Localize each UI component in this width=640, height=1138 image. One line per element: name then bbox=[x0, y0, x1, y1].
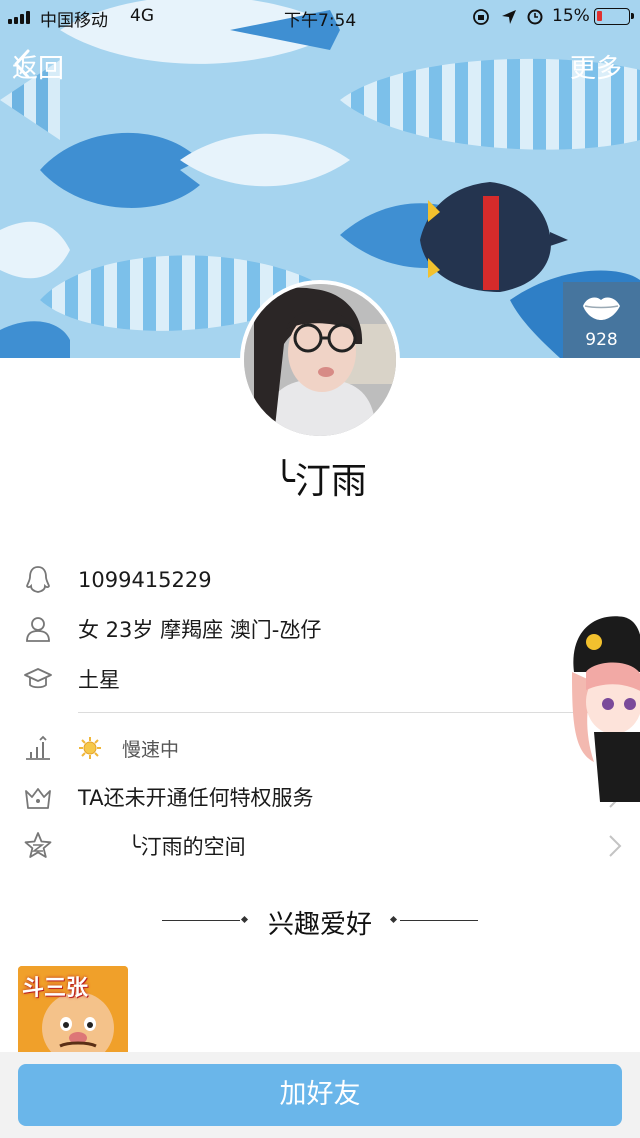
carrier-name: 中国移动 bbox=[40, 11, 108, 31]
personal-info: 女 23岁 摩羯座 澳门-氹仔 bbox=[78, 618, 322, 642]
like-count: 928 bbox=[585, 330, 618, 350]
add-friend-button[interactable]: 加好友 bbox=[18, 1064, 622, 1126]
qq-number: 1099415229 bbox=[78, 568, 212, 592]
privilege-text: TA还未开通任何特权服务 bbox=[78, 786, 314, 810]
rotation-lock-icon bbox=[473, 9, 489, 25]
divider-line bbox=[400, 920, 478, 921]
game-title: 斗三张 bbox=[22, 976, 89, 1001]
qzone-row[interactable]: ╰汀雨的空间 bbox=[0, 824, 640, 868]
level-status: 慢速中 bbox=[122, 738, 180, 761]
school-row: 土星 bbox=[0, 657, 640, 701]
qq-number-row: 1099415229 bbox=[0, 558, 640, 602]
battery-percent: 15% bbox=[552, 6, 590, 26]
star-icon bbox=[24, 832, 52, 858]
penguin-icon bbox=[26, 566, 50, 593]
location-icon bbox=[502, 10, 516, 24]
like-counter[interactable]: 928 bbox=[563, 282, 640, 358]
level-chart-icon bbox=[26, 735, 50, 760]
person-icon bbox=[26, 617, 50, 642]
avatar[interactable] bbox=[240, 280, 400, 440]
sun-level-icon bbox=[79, 737, 101, 759]
graduation-cap-icon bbox=[24, 668, 52, 689]
qzone-text: ╰汀雨的空间 bbox=[128, 835, 246, 859]
status-bar: 中国移动 4G 下午7:54 15% bbox=[0, 0, 640, 34]
back-button[interactable]: 返回 bbox=[12, 48, 64, 85]
lips-icon bbox=[583, 297, 620, 320]
game-app-icon[interactable]: 斗三张 bbox=[18, 966, 128, 1056]
chevron-left-icon bbox=[14, 49, 30, 79]
profile-page: 中国移动 4G 下午7:54 15% 返回 更多 928 ╰汀雨 1099415… bbox=[0, 0, 640, 1138]
alarm-icon bbox=[527, 9, 543, 25]
anime-girl-sticker bbox=[572, 616, 640, 802]
info-divider bbox=[78, 712, 640, 713]
avatar-photo bbox=[244, 284, 396, 436]
clock: 下午7:54 bbox=[284, 11, 357, 31]
school-name: 土星 bbox=[78, 668, 120, 692]
hobby-section-title: 兴趣爱好 bbox=[0, 900, 640, 940]
crown-icon bbox=[25, 788, 51, 809]
signal-strength-icon bbox=[8, 10, 30, 24]
hobby-title: 兴趣爱好 bbox=[267, 910, 372, 940]
more-button[interactable]: 更多 bbox=[570, 48, 622, 85]
battery-icon bbox=[594, 8, 634, 25]
privilege-row[interactable]: TA还未开通任何特权服务 bbox=[0, 775, 640, 819]
network-type: 4G bbox=[130, 6, 154, 26]
chevron-right-icon bbox=[609, 835, 622, 857]
level-row[interactable]: 慢速中 bbox=[0, 726, 640, 770]
nickname: ╰汀雨 bbox=[273, 461, 367, 502]
personal-info-row: 女 23岁 摩羯座 澳门-氹仔 bbox=[0, 607, 640, 651]
